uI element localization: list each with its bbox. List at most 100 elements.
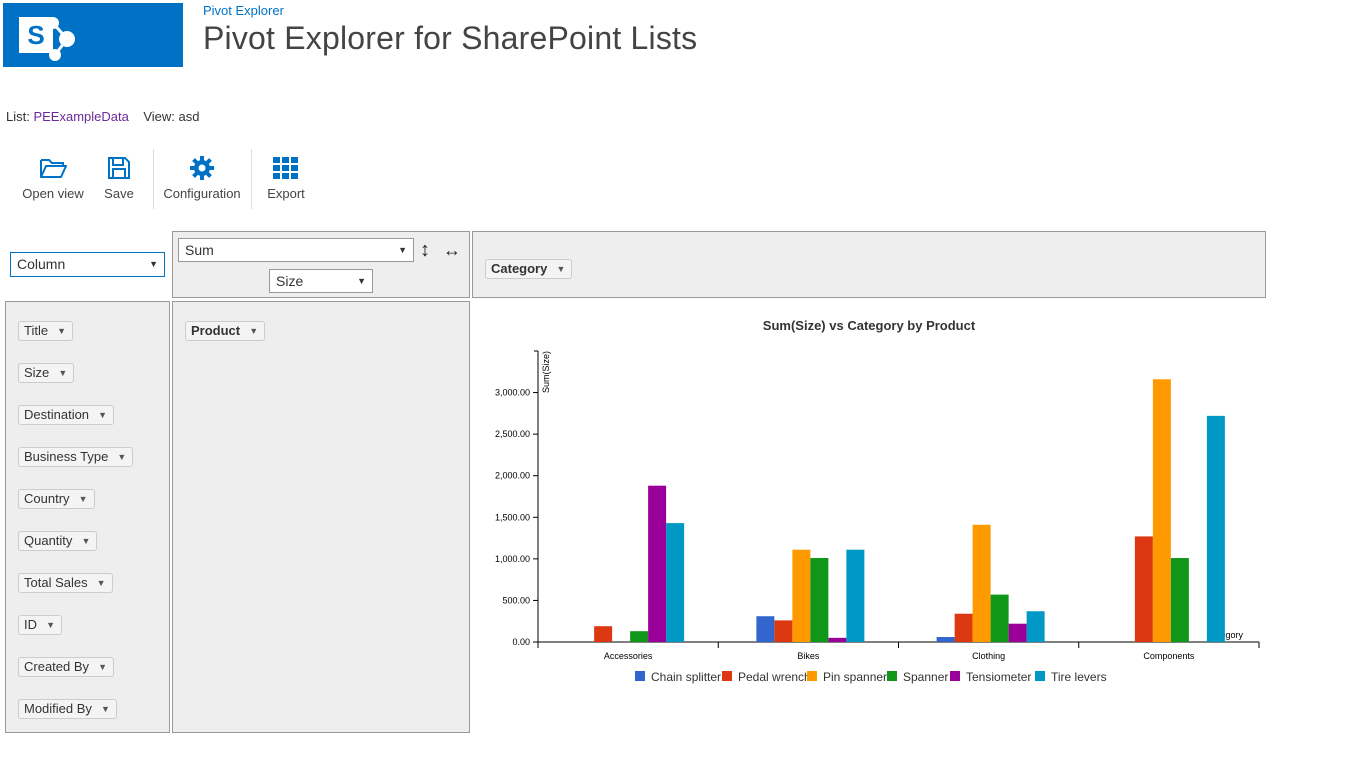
bar xyxy=(1134,536,1153,642)
filter-caret-icon[interactable]: ▼ xyxy=(249,322,258,340)
toolbar-divider xyxy=(251,149,252,209)
swap-horizontal-icon[interactable]: ↔ xyxy=(443,238,461,262)
x-tick-label: Components xyxy=(1143,651,1195,661)
bar xyxy=(990,594,1009,642)
field-pill-created-by[interactable]: Created By ▼ xyxy=(18,657,115,677)
bar xyxy=(972,524,991,642)
bar xyxy=(630,631,649,642)
bar xyxy=(954,613,973,642)
filter-caret-icon[interactable]: ▼ xyxy=(98,658,107,676)
bar xyxy=(648,485,667,642)
y-tick-label: 500.00 xyxy=(502,595,530,605)
field-pill-size[interactable]: Size ▼ xyxy=(18,363,75,383)
x-tick-label: Accessories xyxy=(604,651,653,661)
filter-caret-icon[interactable]: ▼ xyxy=(101,700,110,718)
filter-caret-icon[interactable]: ▼ xyxy=(97,574,106,592)
aggregate-value: Sum xyxy=(185,242,214,258)
legend-entry: Spanner xyxy=(903,670,948,684)
legend-entry: Chain splitter xyxy=(651,670,721,684)
legend-entry: Tensiometer xyxy=(966,670,1031,684)
filter-caret-icon[interactable]: ▼ xyxy=(58,364,67,382)
filter-caret-icon[interactable]: ▼ xyxy=(57,322,66,340)
grid-icon xyxy=(273,157,298,179)
chevron-down-icon: ▼ xyxy=(149,259,158,269)
field-pill-business-type[interactable]: Business Type ▼ xyxy=(18,447,134,467)
field-pill-category[interactable]: Category ▼ xyxy=(485,259,573,279)
filter-caret-icon[interactable]: ▼ xyxy=(98,406,107,424)
filter-caret-icon[interactable]: ▼ xyxy=(556,260,565,278)
bar xyxy=(774,620,793,642)
legend-swatch xyxy=(950,671,960,681)
field-pill-id[interactable]: ID ▼ xyxy=(18,615,62,635)
list-info: List: PEExampleData View: asd xyxy=(6,109,199,124)
save-label: Save xyxy=(104,186,134,201)
legend-entry: Pedal wrench xyxy=(738,670,811,684)
open-view-button[interactable]: Open view xyxy=(18,152,88,208)
field-pill-product[interactable]: Product ▼ xyxy=(185,321,266,341)
breadcrumb-link[interactable]: Pivot Explorer xyxy=(203,3,284,18)
filter-caret-icon[interactable]: ▼ xyxy=(117,448,126,466)
field-pill-label: Modified By xyxy=(24,701,92,716)
field-pill-label: Country xyxy=(24,491,70,506)
filter-caret-icon[interactable]: ▼ xyxy=(46,616,55,634)
bar xyxy=(846,549,865,642)
field-pill-quantity[interactable]: Quantity ▼ xyxy=(18,531,98,551)
field-pill-country[interactable]: Country ▼ xyxy=(18,489,95,509)
bar xyxy=(666,523,685,642)
list-name-link[interactable]: PEExampleData xyxy=(33,109,128,124)
x-tick-label: Bikes xyxy=(797,651,820,661)
toolbar-divider xyxy=(153,149,154,209)
aggregation-panel: Sum ▼ ↕ ↔ Size ▼ xyxy=(172,231,470,298)
columns-drop-zone[interactable]: Category ▼ xyxy=(472,231,1266,298)
page-title: Pivot Explorer for SharePoint Lists xyxy=(203,20,698,56)
chart-title: Sum(Size) vs Category by Product xyxy=(763,318,976,333)
column-chart: Sum(Size) vs Category by Product Sum(Size… xyxy=(495,318,1260,684)
available-fields-panel[interactable]: Title ▼ Size ▼ Destination ▼ Business Type ▼ Cou… xyxy=(5,301,170,733)
view-label: View: xyxy=(143,109,175,124)
legend-entry: Tire levers xyxy=(1051,670,1107,684)
filter-caret-icon[interactable]: ▼ xyxy=(79,490,88,508)
field-pill-label: Title xyxy=(24,323,49,338)
configuration-button[interactable]: Configuration xyxy=(160,152,244,208)
gear-icon xyxy=(190,156,214,180)
field-pill-modified-by[interactable]: Modified By ▼ xyxy=(18,699,117,719)
sharepoint-logo[interactable]: S xyxy=(3,3,183,67)
bar xyxy=(828,637,847,642)
field-pill-destination[interactable]: Destination ▼ xyxy=(18,405,115,425)
field-pill-title[interactable]: Title ▼ xyxy=(18,321,74,341)
bar xyxy=(1008,623,1027,642)
view-name: asd xyxy=(178,109,200,124)
swap-vertical-icon[interactable]: ↕ xyxy=(420,238,430,262)
field-pill-label: Created By xyxy=(24,659,90,674)
chevron-down-icon: ▼ xyxy=(357,276,366,286)
legend-swatch xyxy=(722,671,732,681)
export-button[interactable]: Export xyxy=(262,152,310,208)
rows-drop-zone[interactable]: Product ▼ xyxy=(172,301,470,733)
configuration-label: Configuration xyxy=(163,186,241,201)
filter-caret-icon[interactable]: ▼ xyxy=(82,532,91,550)
y-tick-label: 0.00 xyxy=(512,637,530,647)
field-pill-label: Business Type xyxy=(24,449,109,464)
y-tick-label: 1,500.00 xyxy=(495,512,530,522)
y-tick-label: 2,000.00 xyxy=(495,471,530,481)
y-axis-label: Sum(Size) xyxy=(541,351,551,393)
list-label: List: xyxy=(6,109,30,124)
chevron-down-icon: ▼ xyxy=(398,245,407,255)
folder-open-icon xyxy=(40,159,67,178)
bar xyxy=(1170,558,1189,642)
bar xyxy=(792,549,811,642)
bar xyxy=(936,637,955,642)
open-view-label: Open view xyxy=(22,186,84,201)
aggregate-select[interactable]: Sum ▼ xyxy=(178,238,414,262)
value-field-value: Size xyxy=(276,273,304,289)
chart-type-select[interactable]: Column ▼ xyxy=(10,252,165,277)
field-pill-label: Destination xyxy=(24,407,90,422)
logo-letter: S xyxy=(27,20,44,50)
bar xyxy=(810,558,829,642)
value-field-select[interactable]: Size ▼ xyxy=(269,269,373,293)
save-button[interactable]: Save xyxy=(100,152,138,208)
legend-swatch xyxy=(1035,671,1045,681)
field-pill-label: ID xyxy=(24,617,37,632)
field-pill-label: Quantity xyxy=(24,533,73,548)
field-pill-total-sales[interactable]: Total Sales ▼ xyxy=(18,573,113,593)
